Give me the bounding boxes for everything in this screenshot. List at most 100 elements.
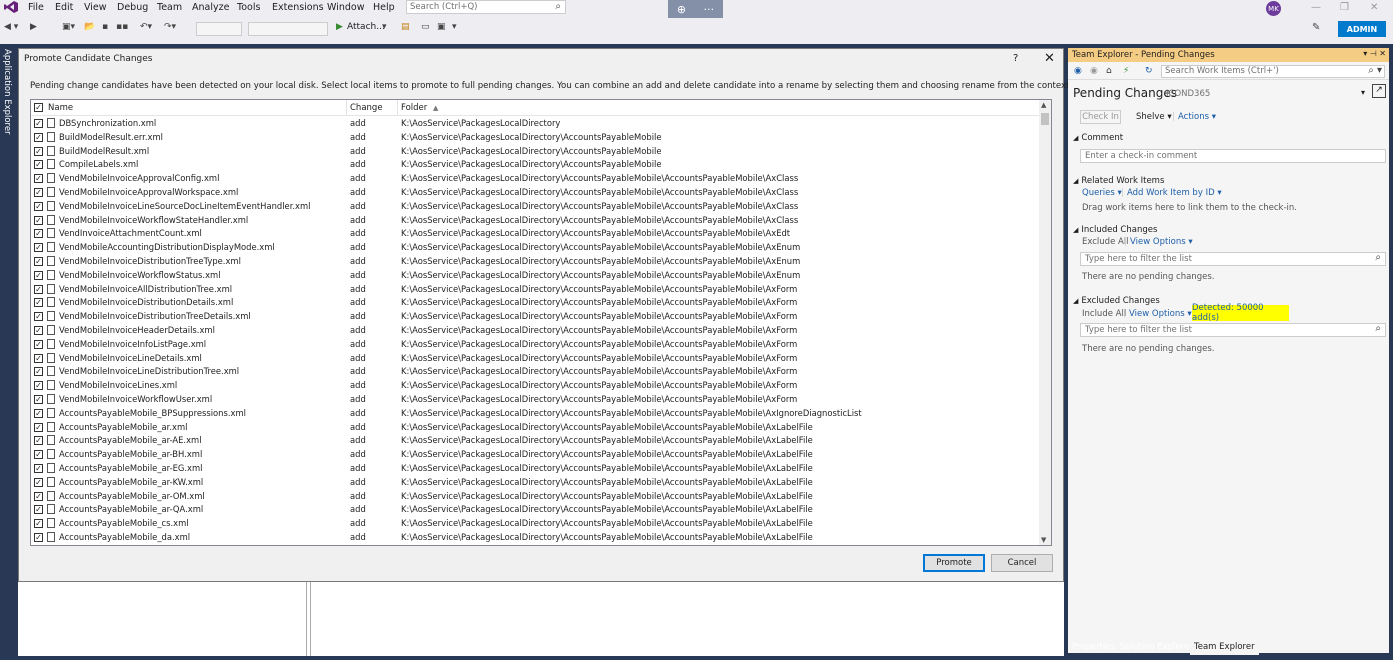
view-options-link[interactable]: View Options ▾ [1130,237,1193,247]
row-checkbox[interactable]: ✓ [34,381,43,391]
table-row[interactable]: ✓ VendMobileInvoiceLineSourceDocLineItemE… [31,200,1039,214]
row-checkbox[interactable]: ✓ [34,450,43,460]
row-checkbox[interactable]: ✓ [34,298,43,308]
table-row[interactable]: ✓ AccountsPayableMobile_ar-KW.xml add K:\Ao… [31,476,1039,490]
search-icon[interactable]: ⌕ [1375,323,1381,334]
table-row[interactable]: ✓ CompileLabels.xml add K:\AosService\Packa… [31,158,1039,172]
avatar[interactable]: MK [1266,1,1281,16]
table-row[interactable]: ✓ AccountsPayableMobile_da.xml add K:\AosSe… [31,531,1039,545]
comment-section-header[interactable]: ◢ Comment [1073,133,1123,143]
start-icon[interactable]: ▶ [336,22,343,32]
zoom-icon[interactable]: ⊕ [677,3,686,16]
back-icon[interactable]: ◀ ▾ [4,22,18,32]
undo-icon[interactable]: ↶▾ [140,22,152,32]
minimize-icon[interactable]: — [1311,2,1321,13]
check-in-button[interactable]: Check In [1080,110,1121,124]
menu-tools[interactable]: Tools [237,2,260,13]
save-icon[interactable]: ▪ [102,22,108,32]
scroll-down-icon[interactable]: ▼ [1041,536,1046,544]
row-checkbox[interactable]: ✓ [34,367,43,377]
menu-edit[interactable]: Edit [55,2,73,13]
table-row[interactable]: ✓ AccountsPayableMobile_ar-OM.xml add K:\Ao… [31,490,1039,504]
attach-dropdown-icon[interactable]: ▾ [382,22,387,32]
forward-icon[interactable]: ◉ [1090,66,1098,76]
pin-icon[interactable]: ▾ ⊣ ✕ [1363,49,1386,58]
related-work-items-header[interactable]: ◢ Related Work Items [1073,176,1164,186]
exclude-all-link[interactable]: Exclude All [1082,237,1129,247]
quick-launch-search[interactable]: Search (Ctrl+Q) ⌕ [406,0,566,14]
table-row[interactable]: ✓ VendMobileInvoiceWorkflowStatus.xml add K… [31,269,1039,283]
row-checkbox[interactable]: ✓ [34,270,43,280]
platform-combo[interactable] [248,22,328,36]
promote-button[interactable]: Promote [923,554,985,572]
table-row[interactable]: ✓ VendMobileInvoiceApprovalConfig.xml add K… [31,172,1039,186]
menu-analyze[interactable]: Analyze [192,2,229,13]
check-in-comment-input[interactable]: Enter a check-in comment [1080,149,1386,163]
row-checkbox[interactable]: ✓ [34,284,43,294]
new-project-icon[interactable]: ▣▾ [62,22,75,32]
row-checkbox[interactable]: ✓ [34,533,43,542]
table-row[interactable]: ✓ VendMobileInvoiceLineDetails.xml add K:\A… [31,352,1039,366]
cancel-button[interactable]: Cancel [991,554,1053,572]
row-checkbox[interactable]: ✓ [34,243,43,253]
row-checkbox[interactable]: ✓ [34,353,43,363]
view-options-link[interactable]: View Options ▾ [1129,309,1192,319]
shelve-button[interactable]: Shelve ▾ [1136,112,1172,122]
table-row[interactable]: ✓ DBSynchronization.xml add K:\AosService\P… [31,117,1039,131]
row-checkbox[interactable]: ✓ [34,174,43,184]
table-row[interactable]: ✓ AccountsPayableMobile_ar-AE.xml add K:\Ao… [31,434,1039,448]
row-checkbox[interactable]: ✓ [34,519,43,529]
queries-link[interactable]: Queries ▾ [1082,188,1122,198]
row-checkbox[interactable]: ✓ [34,491,43,501]
dialog-close-button[interactable]: ✕ [1044,51,1055,66]
application-explorer-tab[interactable]: Application Explorer [2,49,12,135]
home-icon[interactable]: ⌂ [1106,66,1112,76]
table-row[interactable]: ✓ VendMobileInvoiceWorkflowStateHandler.x… [31,214,1039,228]
table-row[interactable]: ✓ VendInvoiceAttachmentCount.xml add K:\Aos… [31,227,1039,241]
scroll-up-icon[interactable]: ▲ [1041,101,1046,109]
row-checkbox[interactable]: ✓ [34,119,43,128]
menu-extensions[interactable]: Extensions [272,2,324,13]
menu-window[interactable]: Window [327,2,364,13]
row-checkbox[interactable]: ✓ [34,422,43,432]
table-row[interactable]: ✓ VendMobileInvoiceDistributionTreeType.x… [31,255,1039,269]
excluded-changes-header[interactable]: ◢ Excluded Changes [1073,296,1160,306]
column-header-folder[interactable]: Folder [401,103,427,113]
page-dropdown-icon[interactable]: ▾ [1361,88,1365,97]
table-row[interactable]: ✓ VendMobileInvoiceInfoListPage.xml add K:\… [31,338,1039,352]
attach-button[interactable]: Attach... [347,22,385,32]
select-all-checkbox[interactable]: ✓ [34,103,43,112]
row-checkbox[interactable]: ✓ [34,464,43,473]
row-checkbox[interactable]: ✓ [34,188,43,197]
search-icon[interactable]: ⌕ [1375,252,1381,263]
window-layout-icon[interactable]: ▭ [421,22,430,32]
row-checkbox[interactable]: ✓ [34,312,43,322]
excluded-filter-input[interactable]: Type here to filter the list ⌕ [1080,323,1386,337]
table-row[interactable]: ✓ VendMobileInvoiceAllDistributionTree.xm… [31,283,1039,297]
table-row[interactable]: ✓ VendMobileInvoiceLines.xml add K:\AosServ… [31,379,1039,393]
menu-view[interactable]: View [84,2,107,13]
row-checkbox[interactable]: ✓ [34,146,43,156]
find-in-files-icon[interactable]: ▤ [401,22,410,32]
table-row[interactable]: ✓ VendMobileInvoiceWorkflowUser.xml add K:\… [31,393,1039,407]
search-work-items-input[interactable]: Search Work Items (Ctrl+') ⌕ ▾ [1161,65,1385,78]
search-icon[interactable]: ⌕ ▾ [1368,65,1382,76]
feedback-icon[interactable]: ✎ [1312,22,1320,33]
scrollbar-thumb[interactable] [1041,113,1049,125]
row-checkbox[interactable]: ✓ [34,477,43,487]
menu-file[interactable]: File [28,2,44,13]
table-row[interactable]: ✓ VendMobileInvoiceHeaderDetails.xml add K:… [31,324,1039,338]
add-work-item-link[interactable]: Add Work Item by ID ▾ [1127,188,1222,198]
menu-team[interactable]: Team [157,2,182,13]
row-checkbox[interactable]: ✓ [34,215,43,225]
row-checkbox[interactable]: ✓ [34,229,43,239]
open-folder-icon[interactable]: 📂 [84,22,95,32]
table-row[interactable]: ✓ VendMobileInvoiceApprovalWorkspace.xml a… [31,186,1039,200]
column-header-name[interactable]: Name [48,103,73,113]
column-separator[interactable] [346,100,347,116]
row-checkbox[interactable]: ✓ [34,408,43,418]
included-changes-header[interactable]: ◢ Included Changes [1073,225,1157,235]
actions-button[interactable]: Actions ▾ [1178,112,1216,122]
table-row[interactable]: ✓ AccountsPayableMobile_cs.xml add K:\AosSe… [31,517,1039,531]
tab-team-explorer[interactable]: Team Explorer [1190,641,1259,655]
